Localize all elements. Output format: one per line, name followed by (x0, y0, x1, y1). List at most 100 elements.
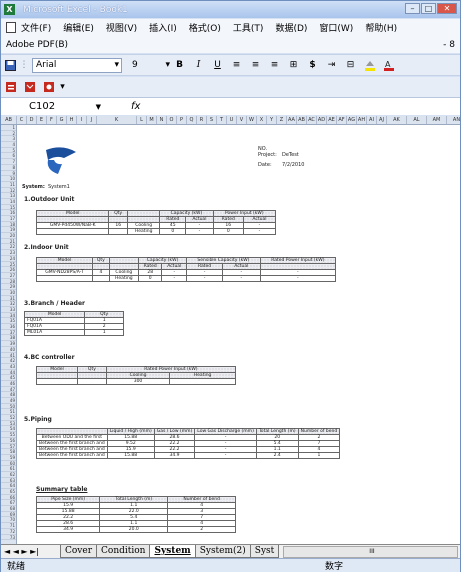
menu-data[interactable]: 数据(D) (275, 21, 307, 34)
tab-cover[interactable]: Cover (60, 545, 98, 558)
column-header[interactable]: AB (297, 116, 307, 124)
align-left-icon[interactable]: ≡ (229, 58, 244, 73)
font-dropdown-icon[interactable]: ▾ (114, 59, 119, 72)
toolbar-options-icon[interactable]: ▾ (60, 80, 65, 95)
column-header[interactable]: C (17, 116, 27, 124)
align-right-icon[interactable]: ≡ (267, 58, 282, 73)
column-header[interactable]: AM (427, 116, 447, 124)
underline-button[interactable]: U (210, 58, 225, 73)
column-header[interactable]: AI (367, 116, 377, 124)
column-header[interactable]: AN (447, 116, 460, 124)
align-center-icon[interactable]: ≡ (248, 58, 263, 73)
column-header[interactable]: O (167, 116, 177, 124)
name-box-dropdown-icon[interactable]: ▼ (96, 100, 101, 114)
column-header[interactable]: AG (347, 116, 357, 124)
merge-cells-icon[interactable]: ⊞ (286, 58, 301, 73)
cell[interactable]: 1 (84, 329, 124, 336)
cell[interactable]: 300 (105, 378, 171, 385)
cell[interactable]: 20.0 (99, 526, 169, 533)
tab-system-2[interactable]: System(2) (194, 545, 251, 558)
document-icon[interactable] (6, 22, 16, 33)
font-size-select[interactable]: 9 ▾ (132, 58, 170, 73)
column-header[interactable]: J (87, 116, 97, 124)
pdf-review-icon[interactable] (41, 80, 56, 95)
cell[interactable] (36, 275, 93, 282)
menu-file[interactable]: 文件(F) (21, 21, 51, 34)
size-dropdown-icon[interactable]: ▾ (165, 58, 170, 73)
cell[interactable] (35, 228, 110, 235)
cell[interactable] (35, 378, 79, 385)
column-header[interactable]: AB (1, 116, 17, 124)
column-header[interactable]: AJ (377, 116, 387, 124)
function-icon[interactable]: fx (131, 101, 140, 112)
column-header[interactable]: X (257, 116, 267, 124)
cell[interactable]: 1 (297, 452, 341, 459)
cell[interactable]: - (194, 452, 257, 459)
horizontal-scrollbar[interactable]: III (283, 546, 459, 558)
column-header[interactable]: AE (327, 116, 337, 124)
save-icon[interactable] (3, 58, 18, 73)
column-header[interactable]: F (47, 116, 57, 124)
column-header[interactable]: AL (407, 116, 427, 124)
column-header[interactable]: V (237, 116, 247, 124)
menu-edit[interactable]: 编辑(E) (63, 21, 94, 34)
cell[interactable] (169, 378, 236, 385)
column-header[interactable]: Z (277, 116, 287, 124)
tab-system[interactable]: System (149, 545, 196, 558)
menu-format[interactable]: 格式(O) (189, 21, 221, 34)
column-header[interactable]: P (177, 116, 187, 124)
menu-tools[interactable]: 工具(T) (233, 21, 264, 34)
column-header[interactable]: AK (387, 116, 407, 124)
minimize-button[interactable]: – (405, 3, 420, 14)
cell[interactable]: - (221, 275, 261, 282)
tab-scroll-buttons[interactable]: ◄ ◄ ► ►| (1, 545, 61, 558)
cell[interactable]: ML01A (23, 329, 86, 336)
cell[interactable]: Between ODU and the first (36, 434, 108, 441)
column-header[interactable]: Y (267, 116, 277, 124)
italic-button[interactable]: I (191, 58, 206, 73)
column-header[interactable]: AA (287, 116, 297, 124)
cell[interactable]: Heating (126, 228, 161, 235)
cell[interactable]: 0 (137, 275, 163, 282)
bold-button[interactable]: B (172, 58, 187, 73)
cell[interactable] (77, 378, 107, 385)
convert-to-pdf-icon[interactable] (3, 80, 18, 95)
column-header[interactable]: R (197, 116, 207, 124)
close-button[interactable]: ✕ (437, 3, 457, 14)
tab-syst[interactable]: Syst (249, 545, 280, 558)
column-header[interactable]: S (207, 116, 217, 124)
column-header[interactable]: T (217, 116, 227, 124)
column-header[interactable]: H (67, 116, 77, 124)
cell[interactable]: - (161, 275, 188, 282)
column-header[interactable]: K (97, 116, 137, 124)
indent-icon[interactable]: ⇥ (324, 58, 339, 73)
cell[interactable]: 15.88 (106, 452, 155, 459)
cell[interactable] (108, 228, 128, 235)
column-header[interactable]: AC (307, 116, 317, 124)
menu-adobe-pdf[interactable]: Adobe PDF(B) (6, 40, 68, 50)
name-box[interactable]: C102 ▼ (1, 100, 101, 114)
menu-insert[interactable]: 插入(I) (149, 21, 177, 34)
fill-color-icon[interactable] (362, 58, 377, 73)
font-color-icon[interactable]: A (381, 58, 396, 73)
column-header[interactable]: M (147, 116, 157, 124)
column-header[interactable]: AD (317, 116, 327, 124)
cell[interactable]: 0 (212, 228, 244, 235)
worksheet-grid[interactable]: AB C D E F G H I J K L M N O P Q R S T U V W X Y Z AA AB AC AD AE AF AG… (1, 116, 460, 544)
column-header[interactable]: AF (337, 116, 347, 124)
cell[interactable]: Heating (108, 275, 139, 282)
cell[interactable]: 2 (167, 526, 236, 533)
column-header[interactable]: Q (187, 116, 197, 124)
menu-window[interactable]: 窗口(W) (319, 21, 353, 34)
cell[interactable]: 34.9 (35, 526, 101, 533)
cell[interactable]: - (186, 275, 223, 282)
cell[interactable]: 0 (159, 228, 187, 235)
currency-button[interactable]: $ (305, 58, 320, 73)
borders-icon[interactable]: ⊟ (343, 58, 358, 73)
pdf-email-icon[interactable] (22, 80, 37, 95)
cell[interactable]: - (242, 228, 277, 235)
column-header[interactable]: W (247, 116, 257, 124)
column-header[interactable]: N (157, 116, 167, 124)
column-header[interactable]: D (27, 116, 37, 124)
row-header[interactable]: 73 (1, 535, 16, 541)
